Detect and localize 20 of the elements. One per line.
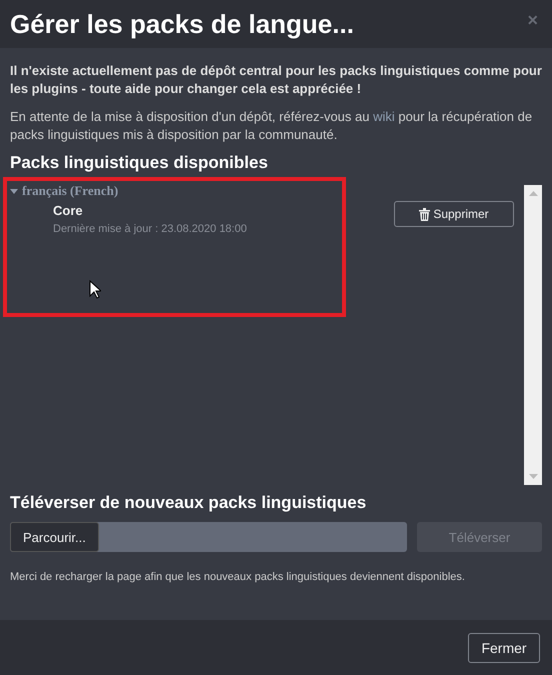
cursor-icon [89, 280, 101, 299]
pack-name: Core [53, 203, 84, 218]
wiki-link[interactable]: wiki [373, 109, 395, 124]
caret-down-icon [10, 187, 18, 195]
section-heading: Packs linguistiques disponibles [10, 153, 269, 173]
notice-text: Il n'existe actuellement pas de dépôt central pour les packs linguistiques comme pour les plugins - toute aide pour changer cela est appréciée ! [10, 62, 542, 98]
scroll-up-icon[interactable] [528, 191, 538, 196]
hint-text: Merci de recharger la page afin que les nouveaux packs linguistiques deviennent disponibles. [10, 570, 466, 585]
language-item[interactable]: français (French) [10, 183, 118, 199]
delete-button[interactable]: Supprimer [394, 201, 514, 227]
section-heading: Téléverser de nouveaux packs linguistiques [10, 493, 368, 513]
update-date: Dernière mise à jour : 23.08.2020 18:00 [53, 223, 247, 235]
browse-button[interactable]: Parcourir... [10, 522, 99, 552]
scrollbar[interactable] [524, 185, 542, 485]
close-button[interactable]: Fermer [468, 632, 540, 662]
info-text: En attente de la mise à disposition d'un dépôt, référez-vous au wiki pour la récupération de packs linguistiques mis à disposition par la communauté. [10, 108, 534, 144]
trash-icon [419, 208, 430, 220]
scroll-down-icon[interactable] [528, 474, 538, 479]
file-field[interactable]: Parcourir... [10, 522, 407, 552]
dialog-title: Gérer les packs de langue... [10, 8, 354, 40]
